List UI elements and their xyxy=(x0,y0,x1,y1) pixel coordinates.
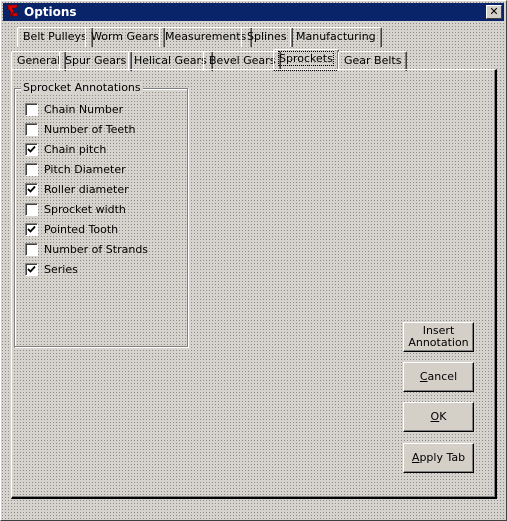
checkbox-box[interactable] xyxy=(25,222,38,236)
checkbox-box[interactable] xyxy=(25,182,38,196)
checkbox-chain-number[interactable]: Chain Number xyxy=(25,101,123,117)
ok-label: K xyxy=(439,410,447,423)
checkbox-box[interactable] xyxy=(25,122,38,136)
checkbox-label: Series xyxy=(44,262,78,276)
checkbox-box[interactable] xyxy=(25,102,38,116)
button-label-line2: Annotation xyxy=(408,336,469,349)
checkbox-label: Sprocket width xyxy=(44,202,126,216)
ok-button[interactable]: OK xyxy=(403,402,474,432)
checkbox-box[interactable] xyxy=(25,262,38,276)
checkbox-pointed-tooth[interactable]: Pointed Tooth xyxy=(25,221,118,237)
tab-label: Manufacturing xyxy=(296,30,376,43)
title-bar[interactable]: Options ✕ xyxy=(3,3,504,21)
checkbox-label: Roller diameter xyxy=(44,182,129,196)
checkbox-label: Pitch Diameter xyxy=(44,162,126,176)
checkbox-series[interactable]: Series xyxy=(25,261,78,277)
options-window: Options ✕ Belt Pulleys Worm Gears Measur… xyxy=(0,0,507,521)
tab-label: Worm Gears xyxy=(91,30,159,43)
close-icon: ✕ xyxy=(489,5,499,18)
checkbox-sprocket-width[interactable]: Sprocket width xyxy=(25,201,126,217)
checkbox-box[interactable] xyxy=(25,242,38,256)
app-logo-icon xyxy=(5,4,21,20)
ok-mnemonic: O xyxy=(430,410,440,423)
tab-manufacturing[interactable]: Manufacturing xyxy=(290,27,382,47)
checkbox-roller-diameter[interactable]: Roller diameter xyxy=(25,181,129,197)
check-mark-icon xyxy=(27,145,36,153)
checkbox-label: Number of Teeth xyxy=(44,122,136,136)
cancel-label: ancel xyxy=(427,370,458,383)
checkbox-label: Chain Number xyxy=(44,102,124,116)
tab-label: Spur Gears xyxy=(65,54,127,67)
tab-label: General xyxy=(17,54,61,67)
cancel-mnemonic: C xyxy=(419,370,428,383)
tab-label: Belt Pulleys xyxy=(23,30,87,43)
sprocket-annotations-group: Sprocket Annotations Chain Number Number… xyxy=(14,81,188,347)
tab-label: Helical Gears xyxy=(134,54,207,67)
tab-label: Gear Belts xyxy=(344,54,402,67)
check-mark-icon xyxy=(27,225,36,233)
tab-gear-belts[interactable]: Gear Belts xyxy=(338,51,408,71)
apply-tab-button[interactable]: Apply Tab xyxy=(403,443,474,473)
checkbox-box[interactable] xyxy=(25,142,38,156)
tab-label: Splines xyxy=(247,30,287,43)
tab-label: Sprockets xyxy=(278,51,334,66)
group-title: Sprocket Annotations xyxy=(21,81,143,95)
close-button[interactable]: ✕ xyxy=(486,5,502,19)
checkbox-box[interactable] xyxy=(25,202,38,216)
checkbox-pitch-diameter[interactable]: Pitch Diameter xyxy=(25,161,126,177)
tab-sprockets[interactable]: Sprockets xyxy=(273,49,339,71)
tab-spur-gears[interactable]: Spur Gears xyxy=(59,51,133,71)
tab-belt-pulleys[interactable]: Belt Pulleys xyxy=(17,27,93,47)
check-mark-icon xyxy=(27,185,36,193)
checkbox-label: Number of Strands xyxy=(44,242,149,256)
checkbox-label: Pointed Tooth xyxy=(44,222,119,236)
apply-label: pply Tab xyxy=(419,451,466,464)
tab-measurements[interactable]: Measurements xyxy=(159,27,253,47)
insert-annotation-button[interactable]: Insert Annotation xyxy=(403,322,474,352)
checkbox-chain-pitch[interactable]: Chain pitch xyxy=(25,141,106,157)
checkbox-number-of-teeth[interactable]: Number of Teeth xyxy=(25,121,135,137)
tab-label: Bevel Gears xyxy=(209,54,276,67)
tab-label: Measurements xyxy=(165,30,247,43)
check-mark-icon xyxy=(27,265,36,273)
apply-mnemonic: A xyxy=(411,451,420,464)
checkbox-box[interactable] xyxy=(25,162,38,176)
tab-bevel-gears[interactable]: Bevel Gears xyxy=(203,51,282,71)
tab-helical-gears[interactable]: Helical Gears xyxy=(128,51,213,71)
checkbox-number-of-strands[interactable]: Number of Strands xyxy=(25,241,148,257)
tab-worm-gears[interactable]: Worm Gears xyxy=(85,27,165,47)
tab-splines[interactable]: Splines xyxy=(241,27,293,47)
checkbox-label: Chain pitch xyxy=(44,142,107,156)
window-title: Options xyxy=(24,5,77,19)
cancel-button[interactable]: Cancel xyxy=(403,362,474,392)
